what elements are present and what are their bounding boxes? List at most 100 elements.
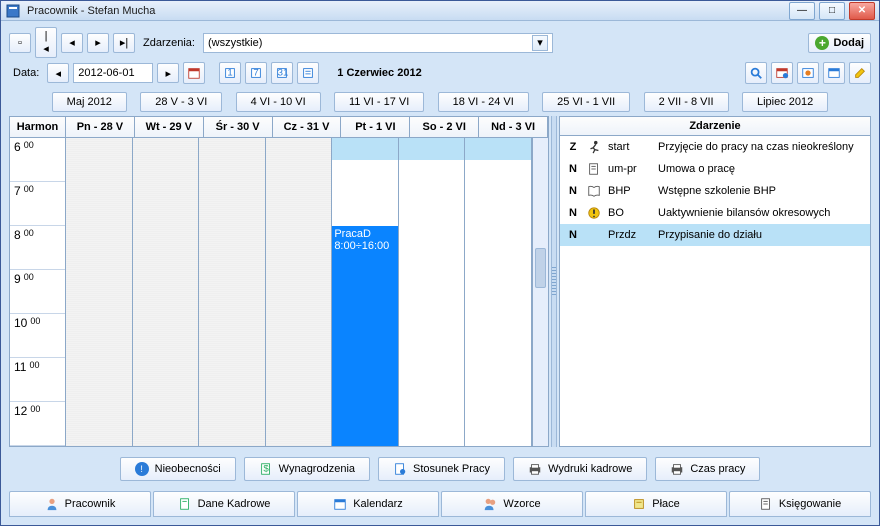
tab-label: Pracownik [65, 498, 116, 510]
event-row-0[interactable]: ZstartPrzyjęcie do pracy na czas nieokre… [560, 136, 870, 158]
event-desc: Umowa o pracę [658, 163, 864, 175]
nav-next-button[interactable]: ▸ [87, 33, 109, 53]
day-column-0[interactable] [66, 138, 133, 446]
event-code: BO [608, 207, 652, 219]
range-button-4[interactable]: 18 VI - 24 VI [438, 92, 529, 112]
range-button-7[interactable]: Lipiec 2012 [742, 92, 828, 112]
tab-5[interactable]: Księgowanie [729, 491, 871, 517]
day-header-3[interactable]: Cz - 31 V [273, 117, 342, 137]
day-column-6[interactable] [465, 138, 532, 446]
tab-label: Płace [652, 498, 680, 510]
scrollbar-thumb[interactable] [535, 248, 546, 288]
day-header-5[interactable]: So - 2 VI [410, 117, 479, 137]
action-button-2[interactable]: Stosunek Pracy [378, 457, 505, 481]
splitter[interactable] [551, 116, 557, 447]
schedule-grid: HarmonPn - 28 VWt - 29 VŚr - 30 VCz - 31… [9, 116, 549, 447]
action-button-1[interactable]: $ Wynagrodzenia [244, 457, 370, 481]
time-row-6: 600 [10, 138, 65, 182]
time-row-10: 1000 [10, 314, 65, 358]
tab-0[interactable]: Pracownik [9, 491, 151, 517]
date-input[interactable] [73, 63, 153, 83]
event-row-4[interactable]: NPrzdzPrzypisanie do działu [560, 224, 870, 246]
day-header-2[interactable]: Śr - 30 V [204, 117, 273, 137]
tool-1-button[interactable] [771, 62, 793, 84]
schedule-scrollbar[interactable] [532, 138, 548, 446]
action-label: Wynagrodzenia [279, 463, 355, 475]
event-row-2[interactable]: NBHPWstępne szkolenie BHP [560, 180, 870, 202]
range-button-6[interactable]: 2 VII - 8 VII [644, 92, 729, 112]
employee-window: Pracownik - Stefan Mucha — □ ✕ ▫ |◂ ◂ ▸ … [0, 0, 880, 526]
action-button-3[interactable]: Wydruki kadrowe [513, 457, 647, 481]
action-button-0[interactable]: !Nieobecności [120, 457, 236, 481]
tool-3-button[interactable] [823, 62, 845, 84]
schedule-harmon-header: Harmon [10, 117, 66, 137]
event-flag: N [566, 229, 580, 241]
nav-last-button[interactable]: ▸| [113, 33, 135, 53]
event-icon [586, 161, 602, 177]
tab-1[interactable]: Dane Kadrowe [153, 491, 295, 517]
range-button-2[interactable]: 4 VI - 10 VI [236, 92, 321, 112]
edit-button[interactable] [849, 62, 871, 84]
day-column-2[interactable] [199, 138, 266, 446]
add-button-label: Dodaj [833, 37, 864, 49]
tab-2[interactable]: Kalendarz [297, 491, 439, 517]
tab-4[interactable]: Płace [585, 491, 727, 517]
app-icon [5, 3, 21, 19]
range-button-3[interactable]: 11 VI - 17 VI [334, 92, 424, 112]
time-row-8: 800 [10, 226, 65, 270]
event-row-3[interactable]: N BO Uaktywnienie bilansów okresowych [560, 202, 870, 224]
time-row-11: 1100 [10, 358, 65, 402]
chevron-down-icon: ▾ [532, 35, 548, 51]
event-desc: Uaktywnienie bilansów okresowych [658, 207, 864, 219]
day-column-1[interactable] [133, 138, 200, 446]
maximize-button[interactable]: □ [819, 2, 845, 20]
day-column-3[interactable] [266, 138, 333, 446]
range-button-5[interactable]: 25 VI - 1 VII [542, 92, 630, 112]
events-filter-dropdown[interactable]: (wszystkie) ▾ [203, 33, 553, 53]
search-button[interactable] [745, 62, 767, 84]
tab-3[interactable]: Wzorce [441, 491, 583, 517]
schedule-event[interactable]: PracaD8:00÷16:00 [332, 226, 398, 446]
close-button[interactable]: ✕ [849, 2, 875, 20]
tab-label: Kalendarz [353, 498, 403, 510]
view-day-button[interactable]: 1 [219, 62, 241, 84]
plus-icon: + [815, 36, 829, 50]
day-header-6[interactable]: Nd - 3 VI [479, 117, 548, 137]
event-icon [586, 139, 602, 155]
view-list-button[interactable] [297, 62, 319, 84]
minimize-button[interactable]: — [789, 2, 815, 20]
action-label: Wydruki kadrowe [548, 463, 632, 475]
view-month-button[interactable]: 31 [271, 62, 293, 84]
action-button-4[interactable]: Czas pracy [655, 457, 760, 481]
nav-first-button[interactable]: |◂ [35, 27, 57, 58]
event-row-1[interactable]: Num-prUmowa o pracę [560, 158, 870, 180]
add-button[interactable]: + Dodaj [808, 33, 871, 53]
svg-text:1: 1 [228, 68, 233, 79]
nav-stop-button[interactable]: ▫ [9, 33, 31, 53]
action-label: Nieobecności [155, 463, 221, 475]
date-prev-button[interactable]: ◂ [47, 63, 69, 83]
view-week-button[interactable]: 7 [245, 62, 267, 84]
event-flag: N [566, 207, 580, 219]
events-label: Zdarzenia: [139, 37, 199, 49]
tool-2-button[interactable] [797, 62, 819, 84]
svg-text:$: $ [263, 464, 269, 475]
events-filter-value: (wszystkie) [208, 37, 262, 49]
calendar-picker-button[interactable] [183, 62, 205, 84]
range-button-1[interactable]: 28 V - 3 VI [140, 92, 222, 112]
titlebar: Pracownik - Stefan Mucha — □ ✕ [1, 1, 879, 21]
event-desc: Przyjęcie do pracy na czas nieokreślony [658, 141, 864, 153]
day-header-0[interactable]: Pn - 28 V [66, 117, 135, 137]
day-header-4[interactable]: Pt - 1 VI [341, 117, 410, 137]
range-button-0[interactable]: Maj 2012 [52, 92, 127, 112]
tab-label: Wzorce [503, 498, 540, 510]
time-row-7: 700 [10, 182, 65, 226]
data-label: Data: [9, 67, 43, 79]
day-column-4[interactable]: PracaD8:00÷16:00 [332, 138, 399, 446]
action-label: Stosunek Pracy [413, 463, 490, 475]
day-column-5[interactable] [399, 138, 466, 446]
nav-prev-button[interactable]: ◂ [61, 33, 83, 53]
day-header-1[interactable]: Wt - 29 V [135, 117, 204, 137]
events-header: Zdarzenie [560, 117, 870, 136]
date-next-button[interactable]: ▸ [157, 63, 179, 83]
